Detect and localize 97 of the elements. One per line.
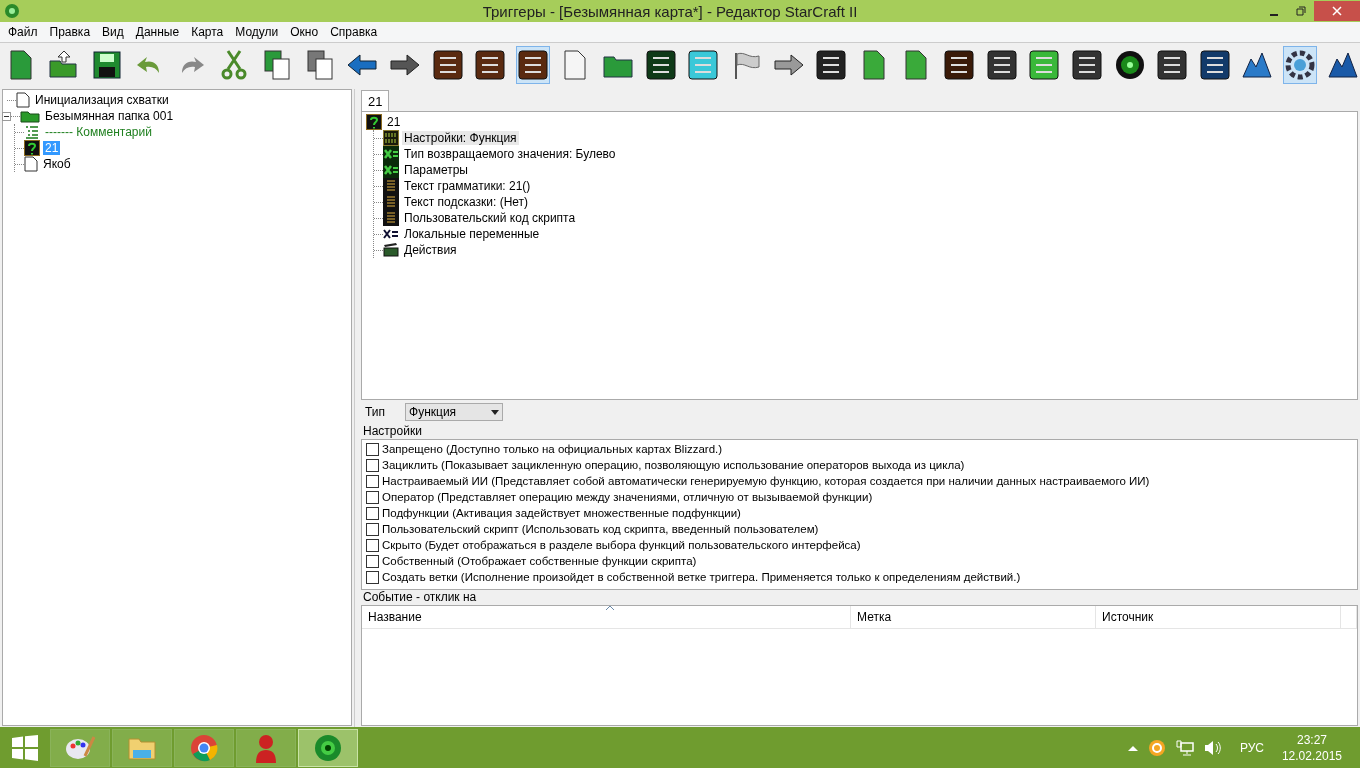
taskbar-button[interactable] — [50, 728, 110, 767]
checkbox-label: Зациклить (Показывает зацикленную операцию, позволяющую использование операторов выхода из цикла) — [382, 459, 965, 471]
tile-icon — [1070, 49, 1103, 81]
section-label: Настройки — [362, 424, 423, 439]
open-folder-icon — [47, 49, 80, 81]
checkbox[interactable] — [366, 554, 379, 568]
minus-icon — [4, 113, 9, 119]
section-label: Событие - отклик на — [362, 590, 478, 605]
taskbar-button[interactable] — [298, 728, 358, 767]
checkbox-label: Настраиваемый ИИ (Представляет собой автоматически генерируемую функцию, которая создается при наличии данных настраиваемого ИИ) — [382, 475, 1150, 487]
tree-item[interactable]: Текст грамматики: 21() — [402, 179, 533, 193]
tree-item[interactable]: Пользовательский код скрипта — [402, 211, 578, 225]
menu-item[interactable]: Модули — [229, 25, 285, 39]
checkbox-label: Запрещено (Доступно только на официальных картах Blizzard.) — [382, 443, 723, 455]
caret-up-icon[interactable] — [1127, 744, 1138, 751]
caret-icon — [491, 409, 499, 415]
page-icon — [16, 92, 30, 108]
close-icon — [1332, 6, 1342, 16]
checkbox-label: Скрыто (Будет отображаться в разделе выбора функций пользовательского интерфейса) — [382, 539, 861, 551]
clapperboard-icon — [383, 243, 399, 257]
tree-item[interactable]: Настройки: Функция — [402, 131, 519, 145]
menu-item[interactable]: Вид — [96, 25, 130, 39]
network-icon[interactable] — [1175, 739, 1194, 756]
tile-icon — [815, 49, 848, 81]
tile-icon — [644, 49, 677, 81]
toolbar-button[interactable] — [1282, 46, 1318, 84]
restore-icon — [1295, 6, 1306, 16]
question-mark-icon — [366, 114, 382, 130]
checkbox-label: Создать ветки (Исполнение произойдет в собственной ветке триггера. Применяется только к определениям действий.) — [382, 571, 1021, 583]
toolbar-button[interactable] — [515, 46, 551, 84]
speaker-icon[interactable] — [1203, 739, 1222, 756]
tree-item[interactable]: Локальные переменные — [402, 227, 542, 241]
checkbox-label: Подфункции (Активация задействует множественные подфункции) — [382, 507, 741, 519]
collapse-toggle[interactable] — [2, 111, 11, 121]
text-lines-icon — [383, 178, 399, 194]
list-icon — [24, 125, 40, 139]
field-label: Тип — [365, 405, 385, 419]
tree-item[interactable]: Действия — [402, 243, 459, 257]
checkbox[interactable] — [366, 506, 379, 520]
taskbar-button[interactable] — [174, 728, 234, 767]
disc-icon — [1113, 49, 1146, 81]
text-lines-icon — [383, 194, 399, 210]
column-header[interactable]: Метка — [851, 606, 1096, 628]
tile-icon — [1028, 49, 1061, 81]
checkbox[interactable] — [366, 522, 379, 536]
swirl-icon — [314, 733, 342, 762]
page-icon — [24, 156, 38, 172]
tile-icon — [516, 49, 549, 81]
folder-icon — [20, 109, 40, 123]
tab[interactable]: 21 — [361, 90, 390, 111]
checkbox-label: Оператор (Представляет операцию между значениями, отличную от вызываемой функции) — [382, 491, 873, 503]
app-icon — [4, 3, 20, 19]
tree-item[interactable]: Текст подсказки: (Нет) — [402, 195, 531, 209]
checkbox-label: Пользовательский скрипт (Использовать код скрипта, введенный пользователем) — [382, 523, 819, 535]
menu-item[interactable]: Правка — [43, 25, 97, 39]
tile-icon — [687, 49, 720, 81]
tree-item[interactable]: 21 — [385, 115, 403, 129]
column-header[interactable]: Название — [362, 606, 851, 628]
menu-item[interactable]: Справка — [324, 25, 384, 39]
tile-icon — [943, 49, 976, 81]
menu-item[interactable]: Файл — [2, 25, 44, 39]
tile-icon — [431, 49, 464, 81]
variable-icon — [383, 162, 399, 178]
person-silhouette-icon — [254, 732, 278, 763]
menu-item[interactable]: Карта — [185, 25, 230, 39]
menu-item[interactable]: Данные — [129, 25, 186, 39]
variable-icon — [383, 228, 399, 240]
checkbox[interactable] — [366, 442, 379, 456]
checkbox[interactable] — [366, 538, 379, 552]
browser-icon — [190, 733, 218, 762]
menu-item[interactable]: Окно — [284, 25, 325, 39]
tile-icon — [1156, 49, 1189, 81]
minimize-icon — [1269, 14, 1278, 16]
tree-item[interactable]: Якоб — [41, 157, 73, 171]
tile-icon — [474, 49, 507, 81]
tile-icon — [985, 49, 1018, 81]
variable-icon — [383, 146, 399, 162]
type-dropdown[interactable]: Функция — [405, 403, 503, 421]
binary-icon — [383, 130, 399, 146]
tile-icon — [1198, 49, 1231, 81]
window-title: Триггеры - [Безымянная карта*] - Редактор StarCraft II — [481, 2, 859, 20]
checkbox[interactable] — [366, 490, 379, 504]
checkbox[interactable] — [366, 474, 379, 488]
column-header[interactable]: Источник — [1096, 606, 1341, 628]
tree-item[interactable]: Безымянная папка 001 — [43, 109, 176, 123]
tree-item[interactable]: Параметры — [402, 163, 470, 177]
tree-item[interactable]: Инициализация схватки — [33, 93, 171, 107]
question-mark-icon — [24, 140, 40, 156]
text-lines-icon — [383, 210, 399, 226]
checkbox[interactable] — [366, 570, 379, 584]
tree-item[interactable]: Тип возвращаемого значения: Булево — [402, 147, 618, 161]
gear-icon — [1284, 49, 1317, 81]
tree-item[interactable]: ------- Комментарий — [43, 125, 154, 139]
ring-icon[interactable] — [1147, 738, 1166, 757]
checkbox-label: Собственный (Отображает собственные функции скрипта) — [382, 555, 697, 567]
windows-logo-icon — [12, 734, 38, 761]
checkbox[interactable] — [366, 458, 379, 472]
